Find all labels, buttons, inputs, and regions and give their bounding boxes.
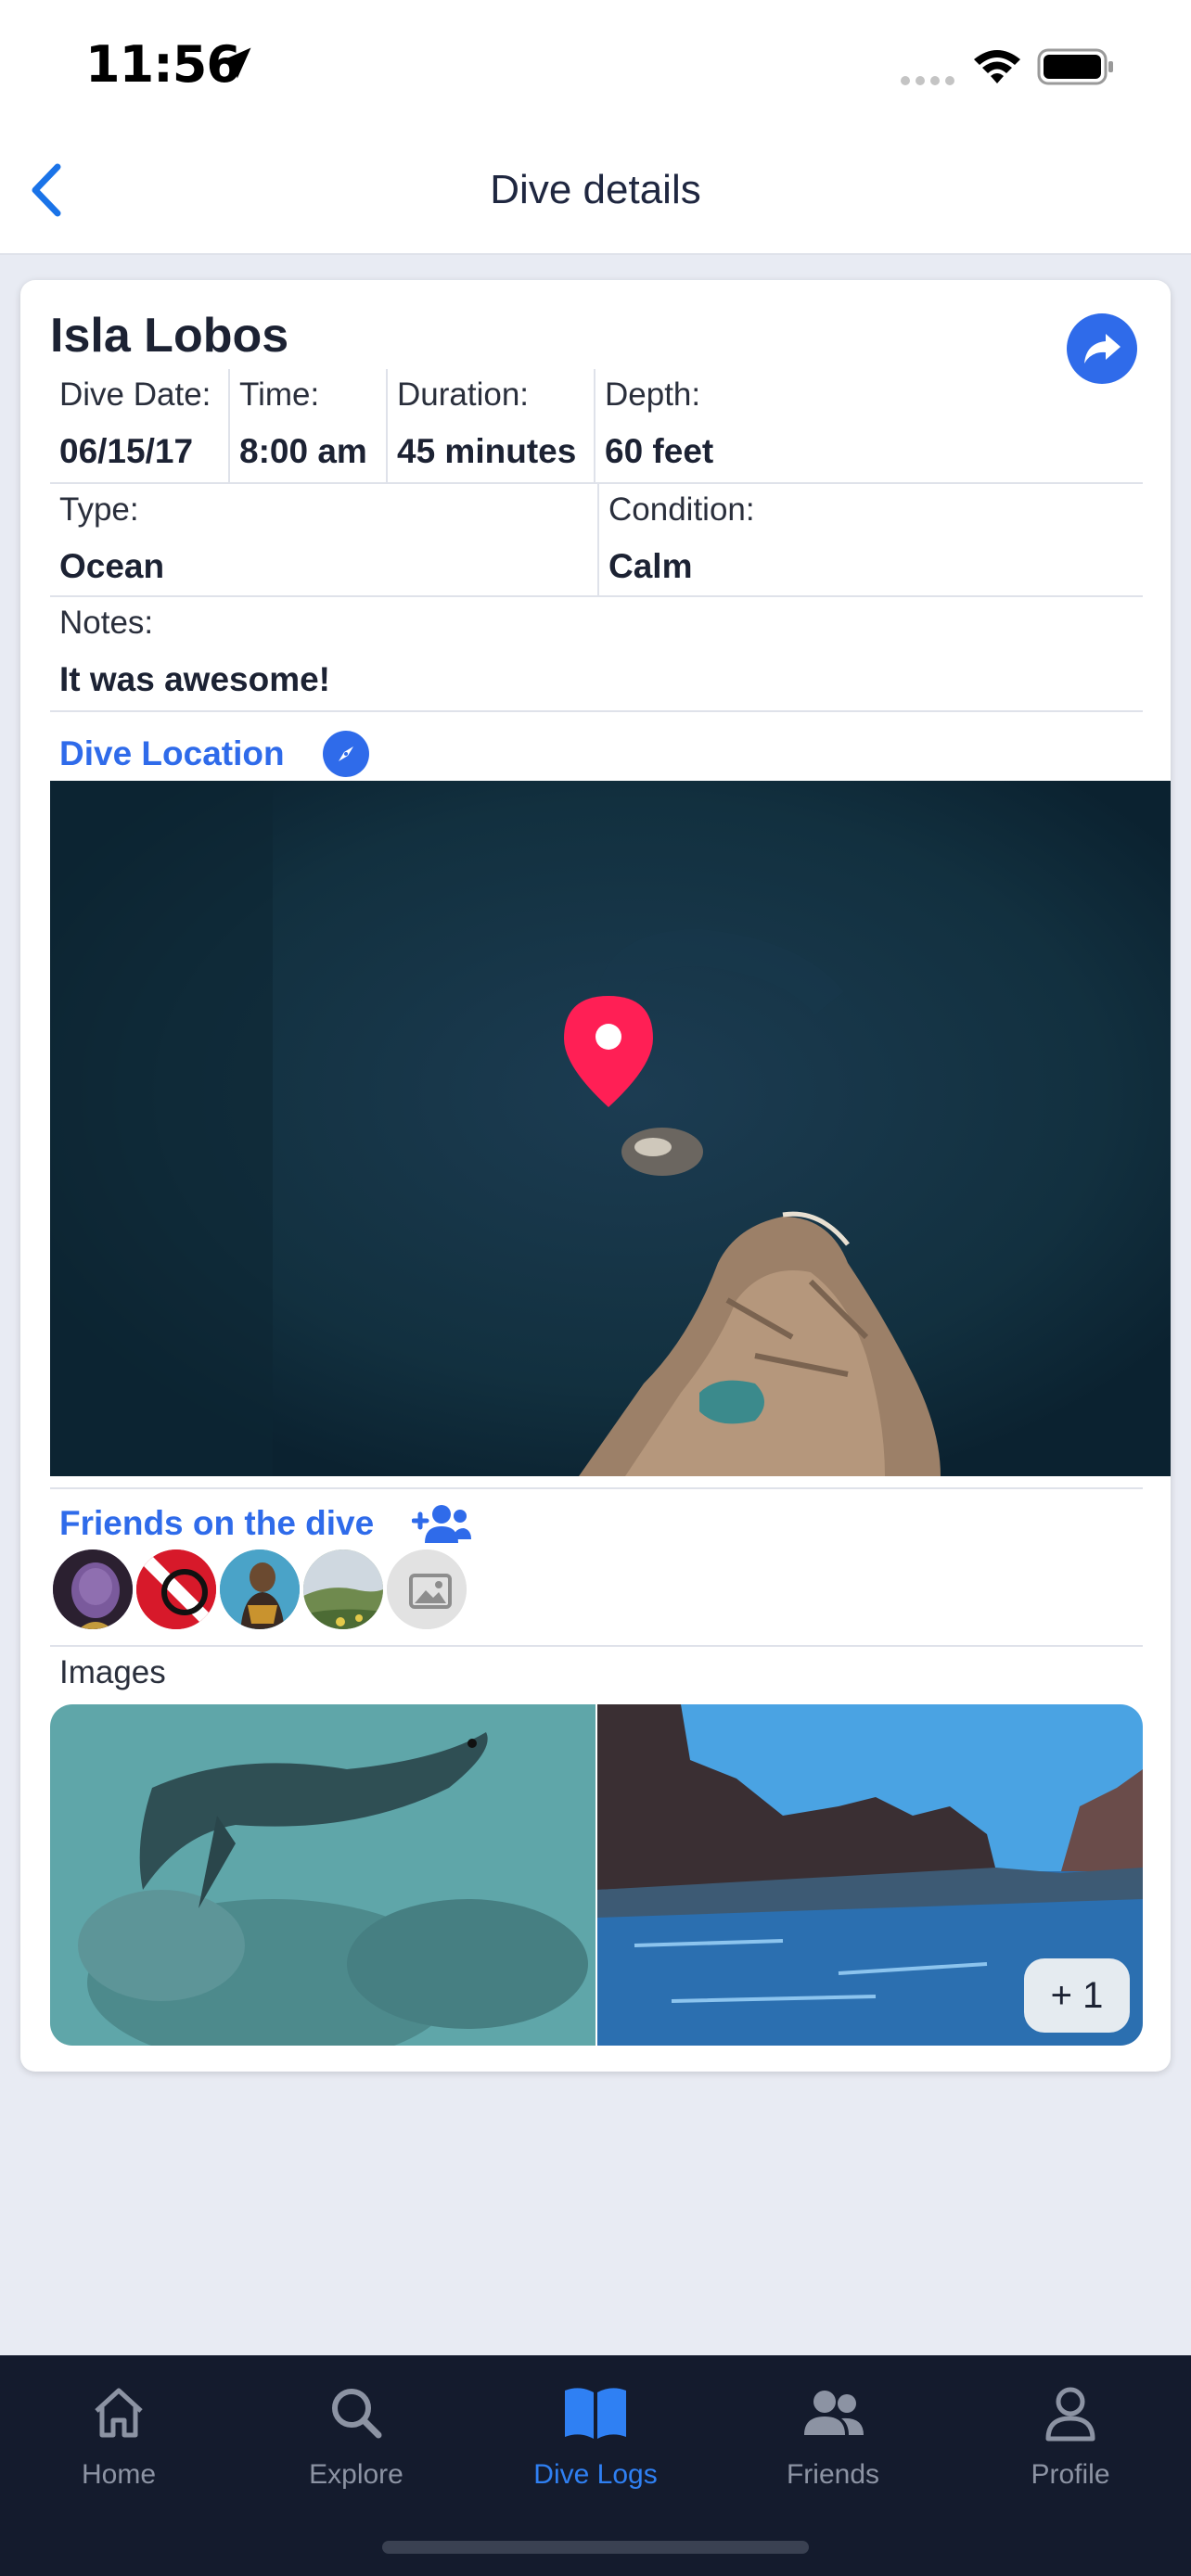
dive-location-map[interactable] <box>50 781 1171 1476</box>
tab-friends[interactable]: Friends <box>714 2355 952 2513</box>
duration-cell: Duration: 45 minutes <box>386 369 594 482</box>
add-friends-icon[interactable] <box>412 1502 471 1545</box>
tab-friends-label: Friends <box>786 2459 880 2490</box>
notes-label: Notes: <box>59 605 154 641</box>
depth-label: Depth: <box>605 376 701 413</box>
aquaman-portrait-icon <box>220 1549 300 1629</box>
time-cell: Time: 8:00 am <box>228 369 386 482</box>
dive-date-cell: Dive Date: 06/15/17 <box>50 369 228 482</box>
compass-icon[interactable] <box>323 731 369 777</box>
dive-conditions-row: Type: Ocean Condition: Calm <box>50 484 1143 597</box>
friend-avatar-1[interactable] <box>50 1547 135 1632</box>
depth-cell: Depth: 60 feet <box>594 369 1143 482</box>
friend-avatar-3[interactable] <box>217 1547 302 1632</box>
dive-site-name: Isla Lobos <box>50 309 289 363</box>
page-title: Dive details <box>490 167 701 212</box>
friends-icon <box>804 2391 864 2435</box>
friends-on-dive-label: Friends on the dive <box>59 1504 375 1542</box>
time-label: Time: <box>239 376 320 413</box>
status-bar: 11:56 <box>0 0 1191 139</box>
landscape-photo-icon <box>303 1549 383 1629</box>
notes-value: It was awesome! <box>59 660 331 698</box>
image-placeholder-icon <box>387 1549 467 1629</box>
satellite-map-image <box>50 781 1171 1476</box>
duration-value: 45 minutes <box>397 432 577 470</box>
friend-avatar-4[interactable] <box>301 1547 386 1632</box>
duration-label: Duration: <box>397 376 530 413</box>
dive-date-value: 06/15/17 <box>59 432 194 470</box>
images-divider <box>50 1645 1143 1647</box>
dive-stats-row: Dive Date: 06/15/17 Time: 8:00 am Durati… <box>50 369 1143 484</box>
battery-icon <box>1037 48 1113 85</box>
dive-flag-icon <box>136 1549 216 1629</box>
type-value: Ocean <box>59 547 165 585</box>
compass-needle-icon <box>339 746 353 761</box>
tab-explore-label: Explore <box>309 2459 403 2490</box>
images-label: Images <box>59 1654 166 1690</box>
more-photos-badge[interactable]: + 1 <box>1024 1958 1130 2033</box>
tab-profile[interactable]: Profile <box>952 2355 1189 2513</box>
dive-photo-2[interactable]: + 1 <box>597 1704 1143 2046</box>
home-icon <box>95 2388 143 2438</box>
dive-photo-1[interactable] <box>50 1704 596 2046</box>
villain-portrait-icon <box>53 1549 133 1629</box>
tab-explore[interactable]: Explore <box>237 2355 475 2513</box>
dive-date-label: Dive Date: <box>59 376 211 413</box>
time-value: 8:00 am <box>239 432 367 470</box>
depth-value: 60 feet <box>605 432 714 470</box>
dive-notes-row: Notes: It was awesome! <box>50 597 1143 712</box>
share-arrow-icon <box>1084 334 1121 363</box>
sea-lion-photo <box>50 1704 596 2046</box>
tab-dive-logs[interactable]: Dive Logs <box>477 2355 714 2513</box>
tab-dive-logs-label: Dive Logs <box>533 2459 658 2490</box>
location-arrow-icon <box>220 47 251 79</box>
wifi-icon <box>974 50 1020 83</box>
condition-label: Condition: <box>608 491 755 528</box>
tab-home[interactable]: Home <box>0 2355 237 2513</box>
dive-location-label: Dive Location <box>59 734 285 772</box>
cellular-signal-icon <box>901 76 954 85</box>
condition-value: Calm <box>608 547 693 585</box>
profile-icon <box>1045 2387 1095 2442</box>
search-icon <box>332 2389 382 2439</box>
tab-profile-label: Profile <box>1031 2459 1110 2490</box>
book-icon <box>565 2388 626 2439</box>
dive-detail-card: Isla Lobos Dive Date: 06/15/17 Time: 8:0… <box>20 280 1171 2072</box>
dive-photos-grid: + 1 <box>50 1704 1143 2046</box>
condition-cell: Condition: Calm <box>597 484 1143 595</box>
friend-avatar-5[interactable] <box>384 1547 469 1632</box>
notes-cell: Notes: It was awesome! <box>50 597 1143 710</box>
type-cell: Type: Ocean <box>50 484 597 595</box>
type-label: Type: <box>59 491 139 528</box>
tab-home-label: Home <box>81 2459 157 2490</box>
home-indicator <box>382 2541 809 2554</box>
friends-divider <box>50 1487 1143 1489</box>
friend-avatar-2[interactable] <box>134 1547 219 1632</box>
navigation-bar: Dive details <box>0 139 1191 255</box>
map-pin-icon <box>564 996 653 1107</box>
